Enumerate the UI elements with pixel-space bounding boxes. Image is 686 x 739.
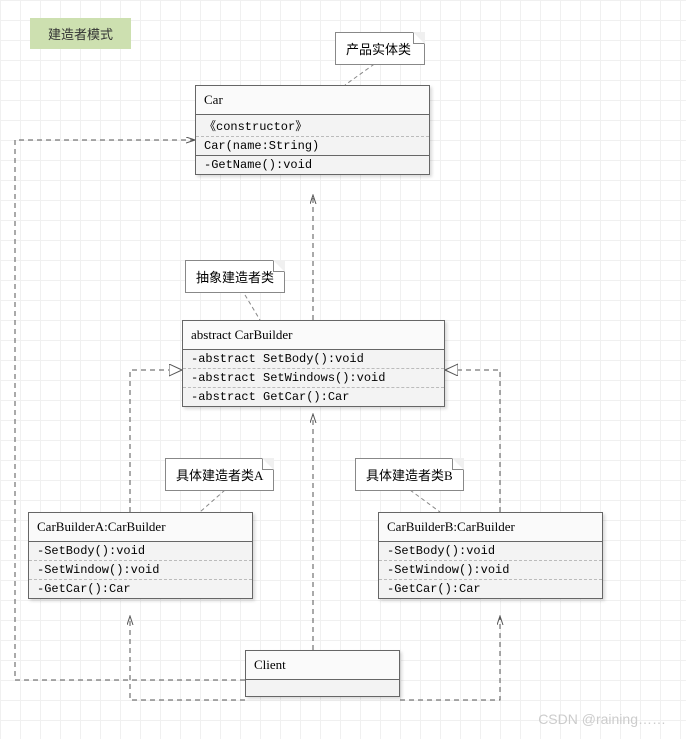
method: -GetCar():Car — [379, 580, 602, 598]
method: -SetBody():void — [29, 542, 252, 561]
note-label: 具体建造者类A — [176, 468, 263, 483]
class-builder-b: CarBuilderB:CarBuilder -SetBody():void -… — [378, 512, 603, 599]
class-car: Car 《constructor》 Car(name:String) -GetN… — [195, 85, 430, 175]
method: -abstract GetCar():Car — [183, 388, 444, 406]
diagram-title: 建造者模式 — [30, 18, 131, 49]
title-text: 建造者模式 — [48, 27, 113, 42]
method: -abstract SetWindows():void — [183, 369, 444, 388]
note-label: 抽象建造者类 — [196, 270, 274, 285]
method: -abstract SetBody():void — [183, 350, 444, 369]
note-label: 产品实体类 — [346, 42, 411, 57]
method: -SetWindow():void — [29, 561, 252, 580]
empty-section — [246, 680, 399, 696]
class-name: CarBuilderA:CarBuilder — [37, 519, 166, 534]
method: -SetWindow():void — [379, 561, 602, 580]
note-label: 具体建造者类B — [366, 468, 453, 483]
method: -GetCar():Car — [29, 580, 252, 598]
class-builder-a: CarBuilderA:CarBuilder -SetBody():void -… — [28, 512, 253, 599]
stereotype: 《constructor》 — [196, 115, 429, 137]
method: -SetBody():void — [379, 542, 602, 561]
class-name: Car — [204, 92, 223, 107]
class-name: Client — [254, 657, 286, 672]
class-name: abstract CarBuilder — [191, 327, 292, 342]
note-product: 产品实体类 — [335, 32, 425, 65]
method: -GetName():void — [196, 156, 429, 174]
note-builder-a: 具体建造者类A — [165, 458, 274, 491]
watermark: CSDN @raining…… — [538, 711, 666, 727]
note-abstract-builder: 抽象建造者类 — [185, 260, 285, 293]
class-name: CarBuilderB:CarBuilder — [387, 519, 515, 534]
constructor: Car(name:String) — [196, 137, 429, 155]
class-client: Client — [245, 650, 400, 697]
class-car-builder: abstract CarBuilder -abstract SetBody():… — [182, 320, 445, 407]
note-builder-b: 具体建造者类B — [355, 458, 464, 491]
